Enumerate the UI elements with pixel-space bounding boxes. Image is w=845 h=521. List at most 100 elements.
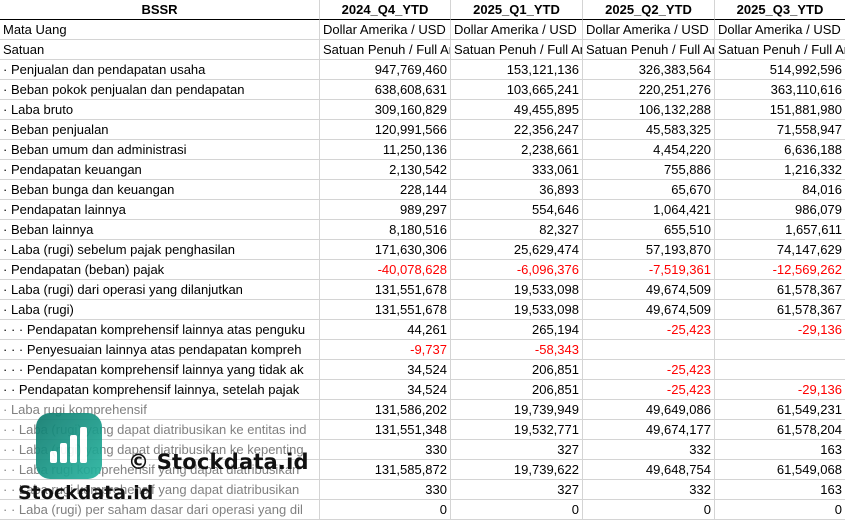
value-cell[interactable]: 61,578,204: [715, 420, 845, 440]
value-cell[interactable]: 19,533,098: [451, 300, 583, 320]
value-cell[interactable]: 22,356,247: [451, 120, 583, 140]
value-cell[interactable]: 327: [451, 440, 583, 460]
header-label-cell[interactable]: BSSR: [0, 0, 320, 20]
row-label-cell[interactable]: Mata Uang: [0, 20, 320, 40]
value-cell[interactable]: 49,455,895: [451, 100, 583, 120]
row-label-cell[interactable]: · Laba (rugi) dari operasi yang dilanjut…: [0, 280, 320, 300]
row-label-cell[interactable]: Satuan: [0, 40, 320, 60]
value-cell[interactable]: 49,674,509: [583, 300, 715, 320]
value-cell[interactable]: -25,423: [583, 380, 715, 400]
row-label-cell[interactable]: · Beban lainnya: [0, 220, 320, 240]
value-cell[interactable]: 228,144: [320, 180, 451, 200]
value-cell[interactable]: 6,636,188: [715, 140, 845, 160]
value-cell[interactable]: Dollar Amerika / USD: [451, 20, 583, 40]
value-cell[interactable]: 947,769,460: [320, 60, 451, 80]
value-cell[interactable]: 65,670: [583, 180, 715, 200]
value-cell[interactable]: 131,586,202: [320, 400, 451, 420]
value-cell[interactable]: 330: [320, 440, 451, 460]
value-cell[interactable]: 327: [451, 480, 583, 500]
row-label-cell[interactable]: · · · Penyesuaian lainnya atas pendapata…: [0, 340, 320, 360]
value-cell[interactable]: [715, 360, 845, 380]
value-cell[interactable]: 61,578,367: [715, 280, 845, 300]
value-cell[interactable]: 25,629,474: [451, 240, 583, 260]
value-cell[interactable]: 57,193,870: [583, 240, 715, 260]
value-cell[interactable]: -9,737: [320, 340, 451, 360]
value-cell[interactable]: -29,136: [715, 320, 845, 340]
value-cell[interactable]: Satuan Penuh / Full Amount: [583, 40, 715, 60]
value-cell[interactable]: 554,646: [451, 200, 583, 220]
row-label-cell[interactable]: · Pendapatan lainnya: [0, 200, 320, 220]
value-cell[interactable]: 34,524: [320, 380, 451, 400]
value-cell[interactable]: 131,551,678: [320, 300, 451, 320]
value-cell[interactable]: 333,061: [451, 160, 583, 180]
value-cell[interactable]: 755,886: [583, 160, 715, 180]
value-cell[interactable]: Dollar Amerika / USD: [715, 20, 845, 40]
value-cell[interactable]: 71,558,947: [715, 120, 845, 140]
value-cell[interactable]: 4,454,220: [583, 140, 715, 160]
value-cell[interactable]: 106,132,288: [583, 100, 715, 120]
value-cell[interactable]: 163: [715, 440, 845, 460]
value-cell[interactable]: 131,585,872: [320, 460, 451, 480]
row-label-cell[interactable]: · Pendapatan keuangan: [0, 160, 320, 180]
value-cell[interactable]: -29,136: [715, 380, 845, 400]
value-cell[interactable]: -58,343: [451, 340, 583, 360]
value-cell[interactable]: Satuan Penuh / Full Amount: [320, 40, 451, 60]
value-cell[interactable]: 2,130,542: [320, 160, 451, 180]
value-cell[interactable]: 153,121,136: [451, 60, 583, 80]
row-label-cell[interactable]: · · Pendapatan komprehensif lainnya, set…: [0, 380, 320, 400]
value-cell[interactable]: 206,851: [451, 380, 583, 400]
value-cell[interactable]: 19,532,771: [451, 420, 583, 440]
row-label-cell[interactable]: · Penjualan dan pendapatan usaha: [0, 60, 320, 80]
value-cell[interactable]: 330: [320, 480, 451, 500]
row-label-cell[interactable]: · Laba (rugi): [0, 300, 320, 320]
value-cell[interactable]: 989,297: [320, 200, 451, 220]
value-cell[interactable]: Dollar Amerika / USD: [320, 20, 451, 40]
value-cell[interactable]: 44,261: [320, 320, 451, 340]
value-cell[interactable]: 61,549,068: [715, 460, 845, 480]
value-cell[interactable]: Satuan Penuh / Full Amount: [451, 40, 583, 60]
row-label-cell[interactable]: · Beban umum dan administrasi: [0, 140, 320, 160]
value-cell[interactable]: -12,569,262: [715, 260, 845, 280]
value-cell[interactable]: Dollar Amerika / USD: [583, 20, 715, 40]
value-cell[interactable]: 84,016: [715, 180, 845, 200]
value-cell[interactable]: 103,665,241: [451, 80, 583, 100]
value-cell[interactable]: 332: [583, 480, 715, 500]
header-period-cell[interactable]: 2025_Q3_YTD: [715, 0, 845, 20]
row-label-cell[interactable]: · · · Pendapatan komprehensif lainnya ya…: [0, 360, 320, 380]
value-cell[interactable]: 1,064,421: [583, 200, 715, 220]
header-period-cell[interactable]: 2025_Q2_YTD: [583, 0, 715, 20]
value-cell[interactable]: 151,881,980: [715, 100, 845, 120]
value-cell[interactable]: 206,851: [451, 360, 583, 380]
value-cell[interactable]: 19,739,622: [451, 460, 583, 480]
value-cell[interactable]: 1,657,611: [715, 220, 845, 240]
value-cell[interactable]: 8,180,516: [320, 220, 451, 240]
value-cell[interactable]: -25,423: [583, 360, 715, 380]
value-cell[interactable]: 19,739,949: [451, 400, 583, 420]
value-cell[interactable]: 1,216,332: [715, 160, 845, 180]
header-period-cell[interactable]: 2025_Q1_YTD: [451, 0, 583, 20]
value-cell[interactable]: 2,238,661: [451, 140, 583, 160]
value-cell[interactable]: -7,519,361: [583, 260, 715, 280]
row-label-cell[interactable]: · Beban penjualan: [0, 120, 320, 140]
value-cell[interactable]: 45,583,325: [583, 120, 715, 140]
value-cell[interactable]: 265,194: [451, 320, 583, 340]
row-label-cell[interactable]: · Laba bruto: [0, 100, 320, 120]
value-cell[interactable]: 131,551,348: [320, 420, 451, 440]
value-cell[interactable]: 514,992,596: [715, 60, 845, 80]
value-cell[interactable]: 363,110,616: [715, 80, 845, 100]
value-cell[interactable]: 638,608,631: [320, 80, 451, 100]
value-cell[interactable]: [715, 340, 845, 360]
row-label-cell[interactable]: · Laba (rugi) sebelum pajak penghasilan: [0, 240, 320, 260]
value-cell[interactable]: 82,327: [451, 220, 583, 240]
value-cell[interactable]: 171,630,306: [320, 240, 451, 260]
value-cell[interactable]: 120,991,566: [320, 120, 451, 140]
value-cell[interactable]: 655,510: [583, 220, 715, 240]
value-cell[interactable]: 11,250,136: [320, 140, 451, 160]
value-cell[interactable]: [583, 340, 715, 360]
value-cell[interactable]: 326,383,564: [583, 60, 715, 80]
value-cell[interactable]: 0: [583, 500, 715, 520]
value-cell[interactable]: 0: [320, 500, 451, 520]
value-cell[interactable]: -40,078,628: [320, 260, 451, 280]
value-cell[interactable]: -25,423: [583, 320, 715, 340]
value-cell[interactable]: 49,674,177: [583, 420, 715, 440]
